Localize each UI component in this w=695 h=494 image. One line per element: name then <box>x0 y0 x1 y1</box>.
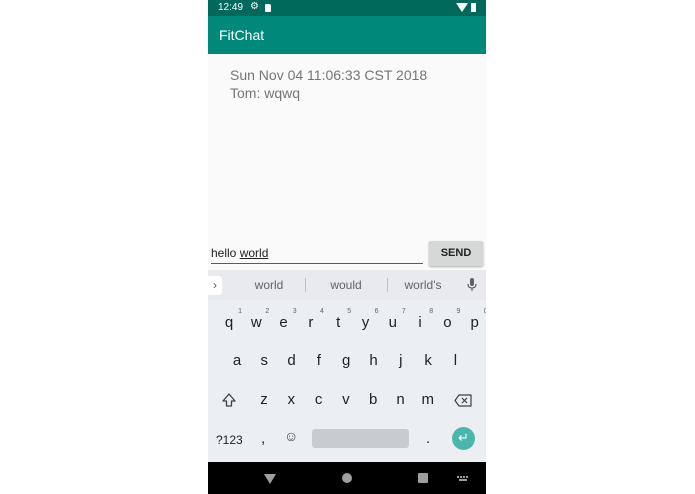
composer-row: hello world SEND <box>208 238 486 270</box>
shift-icon[interactable] <box>221 392 237 408</box>
period-key[interactable]: . <box>426 430 430 447</box>
key-n[interactable]: n <box>388 391 414 408</box>
phone-screen: 12:49 ⚙ FitChat Sun Nov 04 11:06:33 CST … <box>208 0 486 494</box>
status-time: 12:49 <box>218 2 244 13</box>
chevron-right-icon[interactable]: › <box>208 276 222 295</box>
key-hint: 3 <box>292 308 297 315</box>
key-label: t <box>336 314 341 331</box>
sd-card-icon <box>265 4 271 12</box>
key-hint: 9 <box>456 308 461 315</box>
status-bar: 12:49 ⚙ <box>208 0 486 16</box>
key-label: q <box>224 314 234 331</box>
key-q[interactable]: q1 <box>216 308 242 331</box>
key-hint: 6 <box>374 308 379 315</box>
key-y[interactable]: y6 <box>353 308 379 331</box>
send-button[interactable]: SEND <box>429 241 483 266</box>
message-input-composing-word: world <box>239 246 269 260</box>
space-key[interactable] <box>312 429 409 448</box>
symbols-key[interactable]: ?123 <box>216 433 243 447</box>
enter-icon[interactable]: ↵ <box>452 427 475 450</box>
app-bar: FitChat <box>208 16 486 54</box>
key-label: w <box>250 314 262 331</box>
key-w[interactable]: w2 <box>243 308 269 331</box>
key-row-4: ?123 , ☺ . ↵ <box>208 424 486 454</box>
emoji-icon[interactable]: ☺ <box>284 428 298 444</box>
battery-icon <box>471 3 476 12</box>
back-icon[interactable] <box>264 474 276 484</box>
comma-key[interactable]: , <box>261 430 265 447</box>
message-text: Tom: wqwq <box>230 85 301 101</box>
navigation-bar <box>208 462 486 494</box>
key-s[interactable]: s <box>251 352 277 369</box>
soft-keyboard: › world would world's q1w2e3r4t5y6u7i8o9… <box>208 270 486 462</box>
key-hint: 2 <box>265 308 270 315</box>
key-j[interactable]: j <box>388 352 414 369</box>
key-i[interactable]: i8 <box>407 308 433 331</box>
key-hint: 1 <box>238 308 242 315</box>
mic-icon[interactable] <box>466 277 478 293</box>
key-d[interactable]: d <box>279 352 305 369</box>
key-hint: 4 <box>319 308 324 315</box>
key-t[interactable]: t5 <box>325 308 351 331</box>
key-l[interactable]: l <box>442 352 468 369</box>
key-hint: 5 <box>347 308 352 315</box>
key-label: o <box>443 314 452 331</box>
keyboard-switch-icon[interactable] <box>457 476 469 482</box>
app-title: FitChat <box>219 27 265 43</box>
key-r[interactable]: r4 <box>298 308 324 331</box>
key-label: y <box>361 314 370 331</box>
key-h[interactable]: h <box>361 352 387 369</box>
key-label: p <box>470 314 479 331</box>
wifi-icon <box>456 3 468 12</box>
key-z[interactable]: z <box>251 391 277 408</box>
key-o[interactable]: o9 <box>434 308 460 331</box>
key-p[interactable]: p0 <box>462 308 486 331</box>
gear-icon: ⚙ <box>250 1 259 12</box>
key-hint: 7 <box>401 308 406 315</box>
home-icon[interactable] <box>342 473 352 483</box>
key-hint: 8 <box>429 308 434 315</box>
key-m[interactable]: m <box>415 391 441 408</box>
key-label: i <box>418 314 422 331</box>
message-input-text: hello <box>211 246 240 260</box>
key-label: u <box>388 314 397 331</box>
key-label: r <box>308 314 314 331</box>
key-v[interactable]: v <box>333 391 359 408</box>
key-c[interactable]: c <box>306 391 332 408</box>
key-x[interactable]: x <box>278 391 304 408</box>
key-hint: 0 <box>483 308 486 315</box>
suggestion-3[interactable]: world's <box>388 278 458 292</box>
suggestion-2[interactable]: would <box>311 278 381 292</box>
suggestion-divider <box>305 278 306 292</box>
backspace-icon[interactable] <box>454 394 472 407</box>
chat-message-list[interactable]: Sun Nov 04 11:06:33 CST 2018 Tom: wqwq <box>208 54 486 238</box>
key-u[interactable]: u7 <box>380 308 406 331</box>
message-input[interactable]: hello world <box>211 244 423 264</box>
key-g[interactable]: g <box>333 352 359 369</box>
recents-icon[interactable] <box>418 473 428 483</box>
message-timestamp: Sun Nov 04 11:06:33 CST 2018 <box>230 67 428 83</box>
key-f[interactable]: f <box>306 352 332 369</box>
key-k[interactable]: k <box>415 352 441 369</box>
key-b[interactable]: b <box>360 391 386 408</box>
suggestion-strip: › world would world's <box>208 270 486 300</box>
key-label: e <box>279 314 288 331</box>
key-a[interactable]: a <box>224 352 250 369</box>
suggestion-1[interactable]: world <box>234 278 304 292</box>
key-e[interactable]: e3 <box>271 308 296 331</box>
